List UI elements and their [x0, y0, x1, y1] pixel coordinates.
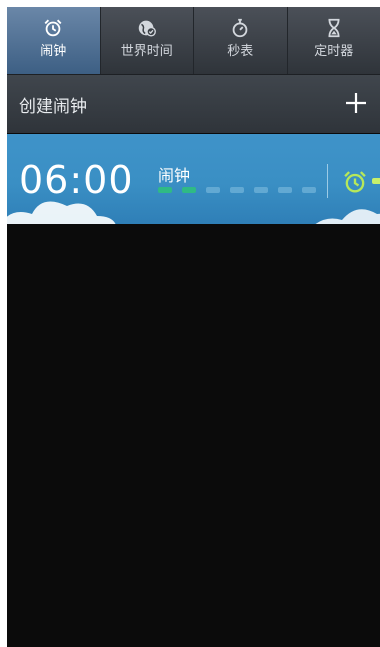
hourglass-icon	[328, 18, 340, 38]
tab-label: 秒表	[227, 44, 254, 59]
weekday-mon	[182, 187, 196, 193]
tab-alarm[interactable]: 闹钟	[7, 7, 101, 74]
alarm-clock-icon	[44, 19, 62, 37]
tab-world-clock[interactable]: 世界时间	[101, 7, 194, 74]
weekday-fri	[278, 187, 292, 193]
weekday-sun	[158, 187, 172, 193]
stopwatch-icon	[232, 18, 248, 38]
alarm-on-icon[interactable]	[341, 168, 369, 196]
cloud-decoration	[315, 209, 380, 224]
weekday-wed	[230, 187, 244, 193]
alarm-list-item[interactable]: 06:00 闹钟	[7, 134, 380, 224]
tab-stopwatch[interactable]: 秒表	[194, 7, 288, 74]
alarm-name: 闹钟	[158, 166, 191, 185]
tab-timer[interactable]: 定时器	[288, 7, 380, 74]
create-alarm-bar[interactable]: 创建闹钟	[7, 75, 380, 133]
world-clock-icon	[138, 20, 156, 37]
weekday-thu	[254, 187, 268, 193]
tab-label: 闹钟	[40, 44, 67, 59]
alarm-toggle-indicator	[372, 178, 380, 184]
weekday-sat	[302, 187, 316, 193]
weekday-tue	[206, 187, 220, 193]
plus-icon[interactable]	[342, 89, 370, 117]
tab-label: 定时器	[314, 44, 354, 59]
tab-label: 世界时间	[120, 44, 173, 59]
alarm-time: 06:00	[19, 158, 134, 202]
divider	[327, 164, 328, 198]
tab-bar: 闹钟 世界时间 秒表 定时器	[7, 7, 380, 75]
clock-app: 闹钟 世界时间 秒表 定时器 创建闹钟 06:00 闹钟	[7, 7, 380, 647]
create-alarm-label: 创建闹钟	[19, 96, 87, 117]
repeat-days	[158, 187, 316, 193]
